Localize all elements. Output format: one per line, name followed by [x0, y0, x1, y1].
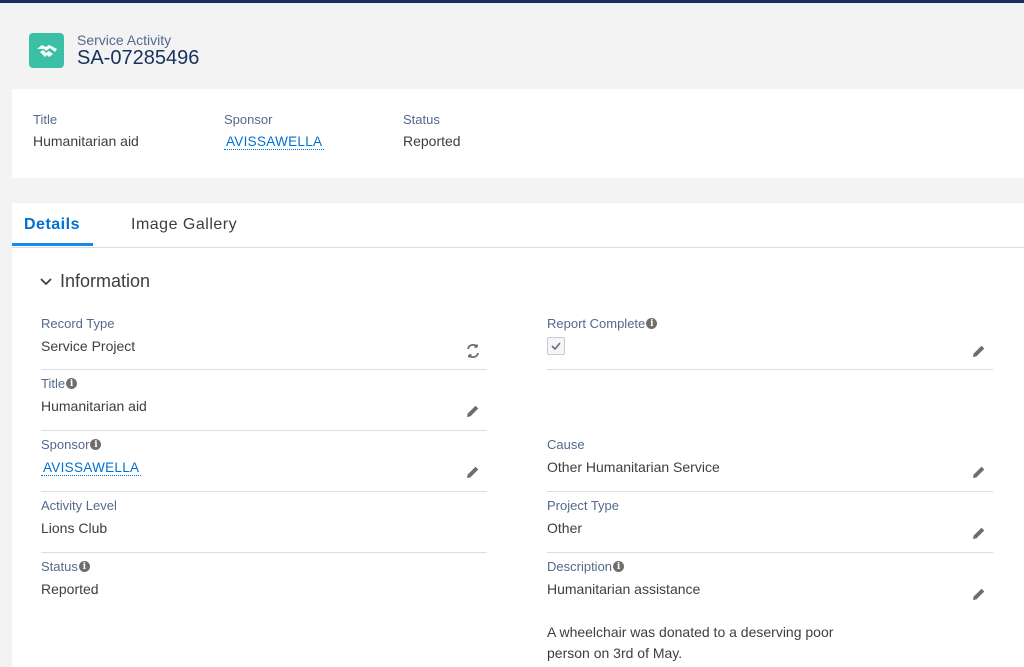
edit-description-pencil-icon[interactable] [972, 587, 986, 606]
report-complete-label: Report Complete [547, 316, 646, 331]
highlight-status: Status Reported [403, 112, 461, 149]
object-type-label: Service Activity [77, 32, 172, 48]
sponsor-link[interactable]: AVISSAWELLA [41, 460, 142, 476]
record-type-label: Record Type [41, 316, 115, 331]
divider [41, 430, 487, 431]
edit-project-type-pencil-icon[interactable] [972, 526, 986, 545]
edit-report-complete-pencil-icon[interactable] [972, 344, 986, 363]
highlight-sponsor-label: Sponsor [224, 112, 273, 127]
title-value: Humanitarian aid [41, 398, 147, 414]
highlight-title: Title Humanitarian aid [33, 112, 139, 149]
field-status: Status i Reported [41, 559, 99, 597]
divider [41, 552, 487, 553]
section-information-toggle[interactable]: Information [40, 271, 150, 292]
cause-label: Cause [547, 437, 585, 452]
report-complete-checkbox [547, 337, 565, 355]
record-name: SA-07285496 [77, 47, 200, 69]
top-brand-bar [0, 0, 1024, 3]
tab-bar: Details Image Gallery [12, 203, 1024, 248]
handshake-icon [29, 33, 64, 68]
highlights-panel: Title Humanitarian aid Sponsor AVISSAWEL… [12, 89, 1024, 178]
field-title: Title i Humanitarian aid [41, 376, 147, 414]
highlight-status-label: Status [403, 112, 440, 127]
project-type-value: Other [547, 520, 583, 536]
active-tab-indicator [12, 243, 93, 246]
description-label: Description [547, 559, 613, 574]
info-icon[interactable]: i [66, 378, 78, 389]
field-record-type: Record Type Service Project [41, 316, 135, 354]
tab-details[interactable]: Details [24, 216, 80, 234]
tab-image-gallery[interactable]: Image Gallery [131, 216, 237, 234]
description-line-3: person on 3rd of May. [547, 645, 683, 661]
field-cause: Cause Other Humanitarian Service [547, 437, 720, 475]
record-type-value: Service Project [41, 338, 136, 354]
description-line-1: Humanitarian assistance [547, 581, 701, 597]
field-description: Description i Humanitarian assistance A w… [547, 559, 833, 661]
field-report-complete: Report Complete i [547, 316, 658, 355]
status-label: Status [41, 559, 78, 574]
divider [41, 491, 487, 492]
field-sponsor: Sponsor i AVISSAWELLA [41, 437, 142, 476]
divider [547, 491, 993, 492]
cause-value: Other Humanitarian Service [547, 459, 720, 475]
divider [41, 369, 487, 370]
edit-sponsor-pencil-icon[interactable] [466, 465, 480, 484]
info-icon[interactable]: i [613, 561, 625, 572]
check-icon [551, 342, 561, 350]
activity-level-label: Activity Level [41, 498, 117, 513]
status-value: Reported [41, 581, 99, 597]
change-record-type-icon[interactable] [466, 344, 480, 363]
chevron-down-icon [40, 277, 52, 285]
title-label: Title [41, 376, 66, 391]
field-activity-level: Activity Level Lions Club [41, 498, 117, 536]
edit-cause-pencil-icon[interactable] [972, 465, 986, 484]
highlight-status-value: Reported [403, 133, 461, 149]
detail-card: Details Image Gallery Information Record… [12, 203, 1024, 667]
sponsor-label: Sponsor [41, 437, 90, 452]
highlight-sponsor-link[interactable]: AVISSAWELLA [224, 134, 325, 150]
project-type-label: Project Type [547, 498, 620, 513]
section-title: Information [60, 271, 151, 291]
edit-title-pencil-icon[interactable] [466, 404, 480, 423]
divider [547, 552, 993, 553]
description-line-2: A wheelchair was donated to a deserving … [547, 624, 834, 640]
field-project-type: Project Type Other [547, 498, 619, 536]
info-icon[interactable]: i [90, 439, 102, 450]
highlight-title-label: Title [33, 112, 58, 127]
divider [547, 369, 993, 370]
highlight-title-value: Humanitarian aid [33, 133, 139, 149]
activity-level-value: Lions Club [41, 520, 108, 536]
info-icon[interactable]: i [78, 561, 90, 572]
info-icon[interactable]: i [646, 318, 658, 329]
highlight-sponsor: Sponsor AVISSAWELLA [224, 112, 325, 150]
